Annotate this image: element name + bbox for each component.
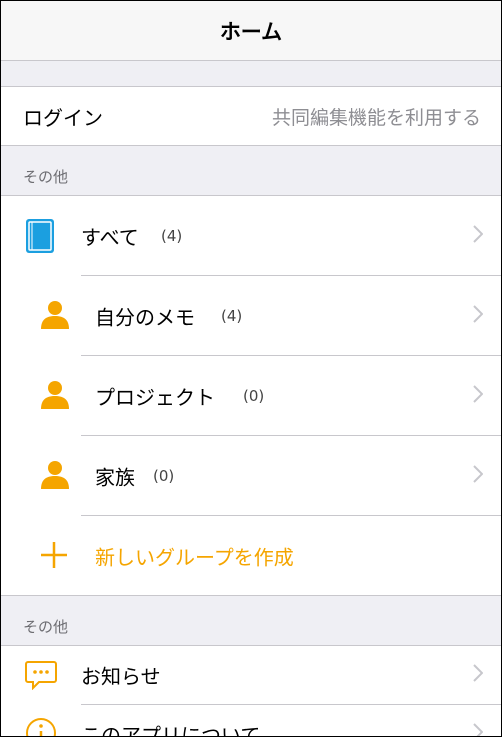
chevron-right-icon <box>473 224 484 247</box>
plus-icon <box>39 540 69 570</box>
item-label: お知らせ <box>81 664 161 689</box>
section-header-other: その他 <box>23 168 69 186</box>
info-icon <box>25 717 57 736</box>
item-label: 家族 <box>95 465 135 489</box>
chevron-right-icon <box>473 464 484 487</box>
list-item-project[interactable]: プロジェクト (0) <box>1 356 501 435</box>
item-count: (4) <box>161 226 183 245</box>
divider <box>1 595 501 596</box>
create-group-button[interactable]: 新しいグループを作成 <box>1 516 501 595</box>
person-icon <box>39 298 71 330</box>
app-window: ホーム ログイン 共同編集機能を利用する その他 すべて (4) 自分のメモ (… <box>0 0 502 737</box>
login-label: ログイン <box>23 105 103 130</box>
item-count: (0) <box>153 466 175 485</box>
navigation-bar: ホーム <box>1 1 501 61</box>
list-item-notifications[interactable]: お知らせ <box>1 646 501 704</box>
chevron-right-icon <box>473 723 484 736</box>
item-label: すべて <box>81 225 139 249</box>
login-detail: 共同編集機能を利用する <box>271 106 481 129</box>
item-count: (4) <box>221 306 243 325</box>
create-group-label: 新しいグループを作成 <box>95 545 294 569</box>
divider <box>1 145 501 146</box>
notebook-icon <box>25 218 57 254</box>
list-item-family[interactable]: 家族 (0) <box>1 436 501 515</box>
list-item-all[interactable]: すべて (4) <box>1 196 501 275</box>
chevron-right-icon <box>473 304 484 327</box>
page-title: ホーム <box>219 19 283 44</box>
item-label: このアプリについて <box>81 723 261 737</box>
person-icon <box>39 378 71 410</box>
item-label: プロジェクト <box>95 385 215 409</box>
list-item-about[interactable]: このアプリについて <box>1 705 501 737</box>
chat-bubble-icon <box>25 660 57 690</box>
chevron-right-icon <box>473 664 484 686</box>
item-label: 自分のメモ <box>95 305 195 329</box>
item-count: (0) <box>243 386 265 405</box>
login-row[interactable]: ログイン 共同編集機能を利用する <box>1 87 501 145</box>
person-icon <box>39 458 71 490</box>
list-item-my-memo[interactable]: 自分のメモ (4) <box>1 276 501 355</box>
section-header-other-2: その他 <box>23 618 69 636</box>
chevron-right-icon <box>473 384 484 407</box>
